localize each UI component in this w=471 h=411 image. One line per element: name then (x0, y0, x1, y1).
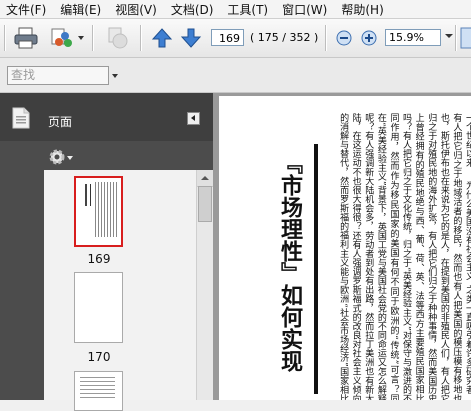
toolbar-grip (4, 25, 5, 51)
thumbnail-label: 170 (87, 350, 111, 364)
thumbnail-pane: 169 170 (0, 141, 213, 411)
next-page-icon[interactable] (180, 27, 202, 49)
page-thumbnail-preview (80, 377, 115, 398)
collaborate-icon[interactable] (50, 27, 74, 49)
page-thumbnail[interactable] (74, 272, 123, 343)
page-number-input[interactable]: 169 (211, 29, 244, 46)
page-thumbnail-preview (85, 182, 117, 237)
zoom-level-input[interactable]: 15.9% (385, 29, 441, 46)
print-icon[interactable] (14, 27, 38, 49)
select-tool-icon[interactable] (460, 27, 471, 49)
menu-tools[interactable]: 工具(T) (227, 1, 268, 18)
thumbnail-label: 169 (87, 252, 111, 266)
body-text: 一个世纪以来，“为什么美国没有社会主义”之类一直吸引着许多研究者。有人把它归之于… (338, 113, 471, 400)
chapter-title: 『市场理性』如何实现 (277, 152, 303, 372)
find-toolbar: 查找 (0, 58, 471, 93)
zoom-dropdown-icon[interactable] (445, 34, 453, 38)
scroll-up-button[interactable] (197, 170, 213, 187)
options-button[interactable] (48, 148, 74, 170)
find-input[interactable]: 查找 (7, 66, 109, 85)
toolbar-separator (140, 25, 141, 51)
document-page: 『市场理性』如何实现 一个世纪以来，“为什么美国没有社会主义”之类一直吸引着许多… (219, 96, 471, 400)
zoom-in-icon[interactable] (361, 30, 377, 46)
collapse-panel-button[interactable] (187, 112, 200, 125)
menu-bar: 文件(F) 编辑(E) 视图(V) 文档(D) 工具(T) 窗口(W) 帮助(H… (0, 0, 471, 19)
thumbnail-list: 169 170 (44, 170, 196, 411)
menu-help[interactable]: 帮助(H) (341, 1, 383, 18)
toolbar-separator (325, 25, 326, 51)
toolbar: 169 ( 175 / 352 ) 15.9% (0, 19, 471, 58)
scrollbar-thumb[interactable] (198, 186, 212, 222)
toolbar-separator (455, 25, 456, 51)
panel-title: 页面 (48, 115, 73, 129)
navigation-panel: 页面 169 170 (0, 93, 213, 411)
document-view[interactable]: 『市场理性』如何实现 一个世纪以来，“为什么美国没有社会主义”之类一直吸引着许多… (213, 93, 471, 400)
menu-file[interactable]: 文件(F) (6, 1, 46, 18)
find-options-dropdown-icon[interactable] (112, 74, 118, 78)
thumbnail-scrollbar[interactable] (196, 170, 213, 400)
page-thumbnail-selected[interactable] (74, 176, 123, 247)
menu-view[interactable]: 视图(V) (115, 1, 157, 18)
pages-panel-header: 页面 (0, 93, 213, 141)
disabled-tool-icon (108, 27, 128, 49)
menu-edit[interactable]: 编辑(E) (60, 1, 101, 18)
toolbar-separator (92, 25, 93, 51)
menu-window[interactable]: 窗口(W) (282, 1, 327, 18)
title-rule (314, 144, 318, 394)
collaborate-dropdown-icon[interactable] (78, 36, 84, 40)
pages-icon[interactable] (12, 107, 30, 129)
gear-icon (49, 149, 73, 165)
zoom-out-icon[interactable] (336, 30, 352, 46)
page-thumbnail[interactable] (74, 371, 123, 411)
page-count: ( 175 / 352 ) (250, 31, 319, 44)
previous-page-icon[interactable] (151, 27, 173, 49)
menu-document[interactable]: 文档(D) (171, 1, 214, 18)
